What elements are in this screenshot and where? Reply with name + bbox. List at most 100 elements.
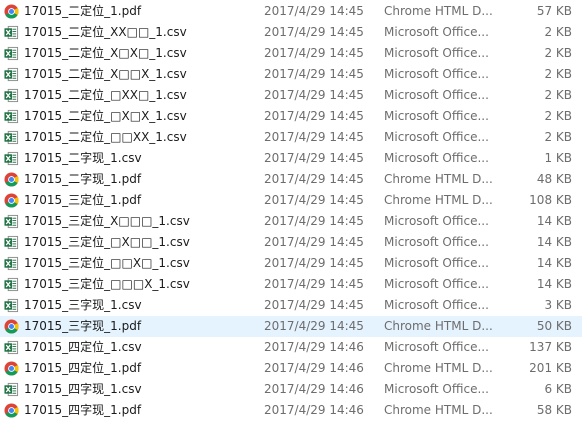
file-row[interactable]: 17015_三定位_1.pdf 2017/4/29 14:45 Chrome HTM… [0, 190, 582, 211]
file-type: Chrome HTML D... [384, 319, 493, 333]
file-type: Chrome HTML D... [384, 172, 493, 186]
file-size: 48 KB [536, 172, 572, 186]
file-row[interactable]: 17015_三字现_1.csv 2017/4/29 14:45 Microsoft … [0, 295, 582, 316]
file-type: Microsoft Office... [384, 235, 489, 249]
chrome-pdf-icon [4, 403, 19, 418]
file-type: Microsoft Office... [384, 151, 489, 165]
file-row[interactable]: 17015_二定位_□□XX_1.csv 2017/4/29 14:45 Micro… [0, 127, 582, 148]
file-date-modified: 2017/4/29 14:45 [264, 109, 364, 123]
file-date-modified: 2017/4/29 14:45 [264, 151, 364, 165]
file-date-modified: 2017/4/29 14:45 [264, 67, 364, 81]
excel-csv-icon [4, 298, 19, 313]
excel-csv-icon [4, 46, 19, 61]
file-name[interactable]: 17015_三字现_1.pdf [24, 316, 141, 337]
file-size: 2 KB [544, 25, 572, 39]
file-size: 58 KB [536, 403, 572, 417]
file-row[interactable]: 17015_三定位_□□□X_1.csv 2017/4/29 14:45 Micro… [0, 274, 582, 295]
file-type: Microsoft Office... [384, 214, 489, 228]
file-row[interactable]: 17015_四定位_1.pdf 2017/4/29 14:46 Chrome HTM… [0, 358, 582, 379]
file-size: 14 KB [536, 235, 572, 249]
file-date-modified: 2017/4/29 14:45 [264, 277, 364, 291]
file-date-modified: 2017/4/29 14:45 [264, 25, 364, 39]
file-row[interactable]: 17015_二定位_1.pdf 2017/4/29 14:45 Chrome HTM… [0, 1, 582, 22]
file-type: Chrome HTML D... [384, 4, 493, 18]
file-size: 14 KB [536, 277, 572, 291]
excel-csv-icon [4, 256, 19, 271]
excel-csv-icon [4, 151, 19, 166]
file-type: Microsoft Office... [384, 109, 489, 123]
file-date-modified: 2017/4/29 14:45 [264, 172, 364, 186]
file-type: Microsoft Office... [384, 277, 489, 291]
file-name[interactable]: 17015_四字现_1.csv [24, 379, 142, 400]
excel-csv-icon [4, 214, 19, 229]
file-row[interactable]: 17015_三定位_□X□□_1.csv 2017/4/29 14:45 Micro… [0, 232, 582, 253]
excel-csv-icon [4, 88, 19, 103]
file-row[interactable]: 17015_四字现_1.pdf 2017/4/29 14:46 Chrome HTM… [0, 400, 582, 421]
file-date-modified: 2017/4/29 14:45 [264, 298, 364, 312]
chrome-pdf-icon [4, 193, 19, 208]
file-name[interactable]: 17015_四字现_1.pdf [24, 400, 141, 421]
file-name[interactable]: 17015_三定位_X□□□_1.csv [24, 211, 190, 232]
chrome-pdf-icon [4, 4, 19, 19]
file-row[interactable]: 17015_二定位_□XX□_1.csv 2017/4/29 14:45 Micro… [0, 85, 582, 106]
file-name[interactable]: 17015_三定位_□X□□_1.csv [24, 232, 190, 253]
chrome-pdf-icon [4, 319, 19, 334]
file-type: Chrome HTML D... [384, 403, 493, 417]
file-date-modified: 2017/4/29 14:45 [264, 256, 364, 270]
file-name[interactable]: 17015_二定位_□□XX_1.csv [24, 127, 187, 148]
file-date-modified: 2017/4/29 14:46 [264, 361, 364, 375]
file-row[interactable]: 17015_三定位_X□□□_1.csv 2017/4/29 14:45 Micro… [0, 211, 582, 232]
file-row[interactable]: 17015_三字现_1.pdf 2017/4/29 14:45 Chrome HTM… [0, 316, 582, 337]
file-name[interactable]: 17015_二定位_□X□X_1.csv [24, 106, 187, 127]
file-date-modified: 2017/4/29 14:45 [264, 319, 364, 333]
file-name[interactable]: 17015_二字现_1.csv [24, 148, 142, 169]
file-size: 1 KB [544, 151, 572, 165]
file-size: 57 KB [536, 4, 572, 18]
file-type: Microsoft Office... [384, 67, 489, 81]
file-size: 3 KB [544, 298, 572, 312]
file-name[interactable]: 17015_二定位_□XX□_1.csv [24, 85, 187, 106]
file-size: 2 KB [544, 67, 572, 81]
file-date-modified: 2017/4/29 14:45 [264, 4, 364, 18]
file-size: 2 KB [544, 109, 572, 123]
file-name[interactable]: 17015_二定位_1.pdf [24, 1, 141, 22]
file-size: 14 KB [536, 256, 572, 270]
file-list[interactable]: 17015_二定位_1.pdf 2017/4/29 14:45 Chrome HTM… [0, 0, 582, 426]
file-type: Microsoft Office... [384, 130, 489, 144]
file-size: 108 KB [529, 193, 572, 207]
file-size: 50 KB [536, 319, 572, 333]
file-size: 6 KB [544, 382, 572, 396]
file-name[interactable]: 17015_三字现_1.csv [24, 295, 142, 316]
file-row[interactable]: 17015_二字现_1.csv 2017/4/29 14:45 Microsoft … [0, 148, 582, 169]
file-row[interactable]: 17015_四定位_1.csv 2017/4/29 14:46 Microsoft … [0, 337, 582, 358]
file-row[interactable]: 17015_二定位_□X□X_1.csv 2017/4/29 14:45 Micro… [0, 106, 582, 127]
file-type: Chrome HTML D... [384, 361, 493, 375]
file-type: Microsoft Office... [384, 25, 489, 39]
file-row[interactable]: 17015_三定位_□□X□_1.csv 2017/4/29 14:45 Micro… [0, 253, 582, 274]
file-name[interactable]: 17015_二定位_X□□X_1.csv [24, 64, 187, 85]
file-name[interactable]: 17015_二定位_X□X□_1.csv [24, 43, 187, 64]
file-type: Microsoft Office... [384, 256, 489, 270]
file-date-modified: 2017/4/29 14:45 [264, 235, 364, 249]
file-date-modified: 2017/4/29 14:46 [264, 340, 364, 354]
file-name[interactable]: 17015_四定位_1.csv [24, 337, 142, 358]
file-name[interactable]: 17015_三定位_□□X□_1.csv [24, 253, 190, 274]
file-name[interactable]: 17015_三定位_□□□X_1.csv [24, 274, 190, 295]
excel-csv-icon [4, 67, 19, 82]
file-row[interactable]: 17015_二定位_X□□X_1.csv 2017/4/29 14:45 Micro… [0, 64, 582, 85]
file-row[interactable]: 17015_二字现_1.pdf 2017/4/29 14:45 Chrome HTM… [0, 169, 582, 190]
file-type: Microsoft Office... [384, 382, 489, 396]
file-size: 137 KB [529, 340, 572, 354]
file-name[interactable]: 17015_四定位_1.pdf [24, 358, 141, 379]
file-row[interactable]: 17015_二定位_X□X□_1.csv 2017/4/29 14:45 Micro… [0, 43, 582, 64]
excel-csv-icon [4, 382, 19, 397]
file-name[interactable]: 17015_三定位_1.pdf [24, 190, 141, 211]
file-row[interactable]: 17015_二定位_XX□□_1.csv 2017/4/29 14:45 Micro… [0, 22, 582, 43]
file-type: Microsoft Office... [384, 88, 489, 102]
file-name[interactable]: 17015_二定位_XX□□_1.csv [24, 22, 187, 43]
file-row[interactable]: 17015_四字现_1.csv 2017/4/29 14:46 Microsoft … [0, 379, 582, 400]
file-date-modified: 2017/4/29 14:46 [264, 382, 364, 396]
file-date-modified: 2017/4/29 14:46 [264, 403, 364, 417]
file-type: Microsoft Office... [384, 298, 489, 312]
file-name[interactable]: 17015_二字现_1.pdf [24, 169, 141, 190]
